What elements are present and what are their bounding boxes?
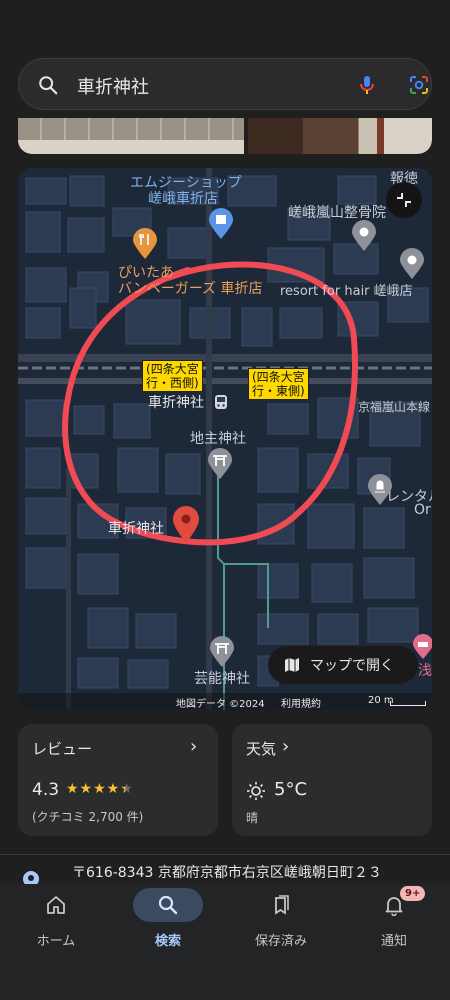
map-label-rental[interactable]: Or [414,502,431,518]
bottom-navigation: ホーム 検索 保存済み 9+ 通知 [0,884,450,1000]
search-icon [39,76,58,95]
nav-saved-label: 保存済み [254,934,307,949]
map-attribution: 地図データ ©2024 利用規約 20 m [18,693,432,710]
open-in-maps-button[interactable]: マップで開く [268,646,418,684]
location-pin-icon [23,871,39,884]
sun-icon [247,782,265,800]
photo-thumbnail[interactable] [18,118,244,154]
nav-notifications[interactable]: 9+ 通知 [338,884,450,964]
address-text[interactable]: 〒616-8343 京都府京都市右京区嵯峨朝日町２３ [72,862,382,882]
star-rating: ★★★★★ [66,781,134,797]
map-label-restaurant[interactable]: バンベーガーズ 車折店 [118,278,262,298]
bus-stop-east-line1: (四条大宮 [252,370,305,384]
nav-search[interactable]: 検索 [112,884,224,964]
map-card[interactable]: エムジーショップ 嵯峨車折店 ぴいたあ バンベーガーズ 車折店 嵯峨嵐山整骨院 … [18,168,432,710]
terms-link[interactable]: 利用規約 [281,695,321,710]
bookmarks-icon [275,895,289,915]
nav-home-label: ホーム [36,934,76,949]
train-station-icon[interactable] [214,394,228,410]
map-label-salon[interactable]: resort for hair 嵯峨店 [280,280,413,299]
bus-stop-west-line2: 行・西側) [146,376,199,390]
open-in-maps-label: マップで開く [310,658,394,674]
nav-saved[interactable]: 保存済み [225,884,337,964]
weather-title: 天気 [246,740,277,758]
weather-card[interactable]: 天気 › 5°C 晴 [232,724,432,836]
weather-condition: 晴 [246,811,259,825]
rating-value: 4.3 [32,780,60,800]
google-lens-icon[interactable] [407,73,431,97]
shrine-pin-icon[interactable] [208,636,236,668]
collapse-map-button[interactable] [386,182,422,218]
review-card[interactable]: レビュー › 4.3 ★★★★★ (クチコミ 2,700 件) [18,724,218,836]
photo-strip[interactable] [18,118,432,154]
temperature: 5°C [274,779,308,800]
home-icon [47,896,65,914]
review-count: (クチコミ 2,700 件) [32,810,144,824]
map-label-railway: 京福嵐山本線 [358,400,431,414]
map-label-station[interactable]: 車折神社 [148,392,204,412]
search-query[interactable]: 車折神社 [77,73,149,99]
map-icon [285,658,299,672]
search-icon [158,895,178,915]
microphone-icon[interactable] [355,73,379,97]
bus-stop-west[interactable]: (四条大宮 行・西側) [142,360,203,392]
shrine-pin-icon[interactable] [206,448,234,480]
map-label-shop[interactable]: 嵯峨車折店 [148,188,218,208]
search-bar[interactable]: 車折神社 [18,58,432,110]
address-row[interactable]: 〒616-8343 京都府京都市右京区嵯峨朝日町２３ [0,856,450,884]
map-label-hotel[interactable]: 浅見 [418,660,432,680]
bus-stop-east-line2: 行・東側) [252,384,305,398]
place-pin-icon[interactable] [350,220,378,252]
place-pin-icon[interactable] [366,474,394,506]
map-label-shrine[interactable]: 地主神社 [190,428,246,448]
shopping-pin-icon[interactable] [208,208,234,240]
scale-bar [390,701,426,706]
nav-search-label: 検索 [154,934,181,949]
divider [0,854,450,855]
map-label-shrine[interactable]: 芸能神社 [194,668,250,688]
selected-location-pin-icon[interactable] [172,506,200,544]
photo-thumbnail[interactable] [248,118,432,154]
map-label-clinic[interactable]: 嵯峨嵐山整骨院 [288,202,386,222]
chevron-right-icon: › [282,736,290,757]
map-data-credit: 地図データ ©2024 [176,699,265,710]
bus-stop-east[interactable]: (四条大宮 行・東側) [248,368,309,400]
map-label-main-place[interactable]: 車折神社 [108,518,164,538]
collapse-icon [397,193,411,207]
chevron-right-icon: › [190,736,198,757]
review-title: レビュー [32,740,93,758]
restaurant-pin-icon[interactable] [132,228,158,260]
place-pin-icon[interactable] [398,248,426,280]
notification-badge: 9+ [400,886,426,901]
nav-notifications-label: 通知 [380,934,407,949]
bus-stop-west-line1: 四条大宮 [150,362,199,376]
nav-home[interactable]: ホーム [0,884,112,964]
